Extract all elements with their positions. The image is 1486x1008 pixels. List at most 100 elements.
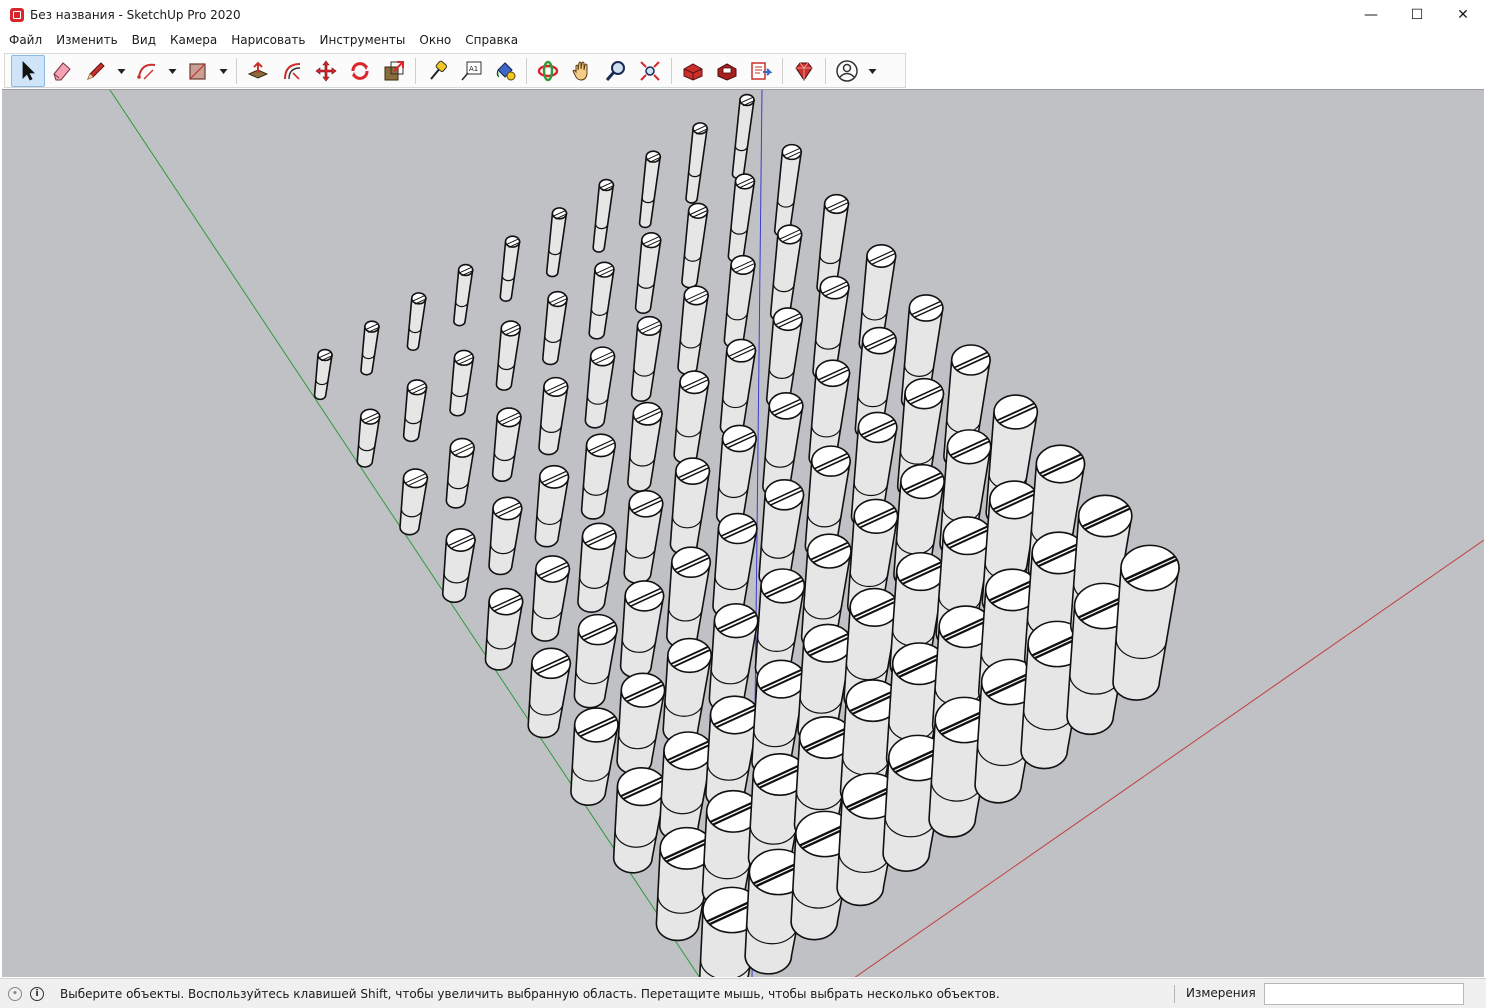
menu-view[interactable]: Вид xyxy=(125,30,163,51)
peg[interactable] xyxy=(623,489,664,585)
peg[interactable] xyxy=(484,587,524,671)
menu-camera[interactable]: Камера xyxy=(163,30,224,51)
peg[interactable] xyxy=(723,254,756,349)
peg-shaft xyxy=(630,325,663,402)
peg[interactable] xyxy=(449,349,475,417)
menu-bar: Файл Изменить Вид Камера Нарисовать Инст… xyxy=(0,30,1486,51)
measurements-input[interactable] xyxy=(1264,983,1464,1005)
text-tool-button[interactable]: A1 xyxy=(454,55,488,87)
rotate-tool-button[interactable] xyxy=(343,55,377,87)
peg[interactable] xyxy=(570,707,619,806)
peg[interactable] xyxy=(719,338,757,437)
peg[interactable] xyxy=(530,555,571,642)
peg[interactable] xyxy=(616,672,666,775)
peg[interactable] xyxy=(665,546,712,649)
peg[interactable] xyxy=(627,401,663,492)
arc-tool-dropdown[interactable] xyxy=(164,55,181,87)
peg[interactable] xyxy=(499,235,521,302)
peg[interactable] xyxy=(488,496,523,576)
eraser-tool-button[interactable] xyxy=(45,55,79,87)
offset-tool-button[interactable] xyxy=(275,55,309,87)
peg[interactable] xyxy=(638,150,662,229)
peg[interactable] xyxy=(658,731,714,842)
account-tool-button[interactable] xyxy=(830,55,864,87)
peg[interactable] xyxy=(619,580,665,679)
line-tool-button[interactable] xyxy=(79,55,113,87)
peg[interactable] xyxy=(527,647,572,739)
info-icon[interactable]: i xyxy=(30,986,44,1001)
peg[interactable] xyxy=(573,613,618,709)
peg[interactable] xyxy=(406,292,427,351)
move-tool-button[interactable] xyxy=(309,55,343,87)
peg-array[interactable] xyxy=(313,93,1180,977)
peg[interactable] xyxy=(588,261,615,340)
peg[interactable] xyxy=(769,224,803,322)
peg[interactable] xyxy=(1112,544,1180,701)
paint-bucket-tool-button[interactable] xyxy=(488,55,522,87)
peg[interactable] xyxy=(685,122,709,204)
peg[interactable] xyxy=(712,512,758,619)
toolbar-separator xyxy=(671,57,672,84)
push-pull-tool-button[interactable] xyxy=(241,55,275,87)
zoom-extents-tool-button[interactable] xyxy=(633,55,667,87)
model-viewport[interactable] xyxy=(2,89,1484,977)
menu-tools[interactable]: Инструменты xyxy=(313,30,413,51)
peg[interactable] xyxy=(491,407,522,482)
peg[interactable] xyxy=(445,437,476,509)
menu-file[interactable]: Файл xyxy=(2,30,49,51)
menu-draw[interactable]: Нарисовать xyxy=(224,30,312,51)
peg-shaft xyxy=(584,355,616,429)
shape-tool-button[interactable] xyxy=(181,55,215,87)
orbit-tool-button[interactable] xyxy=(531,55,565,87)
peg[interactable] xyxy=(453,263,474,327)
peg[interactable] xyxy=(545,207,568,278)
peg[interactable] xyxy=(441,528,476,603)
peg[interactable] xyxy=(584,346,616,429)
peg[interactable] xyxy=(538,376,569,456)
maximize-button[interactable]: ☐ xyxy=(1394,0,1440,30)
select-tool-button[interactable] xyxy=(11,54,45,87)
peg[interactable] xyxy=(662,637,713,744)
zoom-tool-button[interactable] xyxy=(599,55,633,87)
peg[interactable] xyxy=(399,468,429,536)
peg[interactable] xyxy=(612,767,667,874)
line-tool-dropdown[interactable] xyxy=(113,55,130,87)
peg[interactable] xyxy=(402,379,428,443)
close-button[interactable]: ✕ xyxy=(1440,0,1486,30)
extension-warehouse-tool-button[interactable] xyxy=(710,55,744,87)
peg[interactable] xyxy=(673,370,710,465)
peg[interactable] xyxy=(731,93,756,180)
scale-tool-button[interactable] xyxy=(377,55,411,87)
warehouse-tool-button[interactable] xyxy=(676,55,710,87)
peg[interactable] xyxy=(542,290,568,366)
peg[interactable] xyxy=(677,285,710,376)
tape-measure-tool-button[interactable] xyxy=(420,55,454,87)
menu-edit[interactable]: Изменить xyxy=(49,30,125,51)
extension-manager-tool-button[interactable] xyxy=(787,55,821,87)
peg[interactable] xyxy=(534,464,570,548)
peg[interactable] xyxy=(360,320,381,376)
peg[interactable] xyxy=(669,457,711,556)
arc-tool-button[interactable] xyxy=(130,55,164,87)
menu-help[interactable]: Справка xyxy=(458,30,525,51)
peg[interactable] xyxy=(773,143,803,238)
pan-tool-button[interactable] xyxy=(565,55,599,87)
send-to-layout-tool-button[interactable] xyxy=(744,55,778,87)
peg[interactable] xyxy=(681,202,709,289)
peg[interactable] xyxy=(356,408,381,468)
peg[interactable] xyxy=(580,433,617,520)
peg[interactable] xyxy=(577,522,617,614)
account-dropdown[interactable] xyxy=(864,55,881,87)
peg[interactable] xyxy=(495,320,522,391)
peg[interactable] xyxy=(715,424,758,527)
model-scene[interactable] xyxy=(2,90,1484,977)
peg[interactable] xyxy=(634,232,662,314)
peg[interactable] xyxy=(592,178,615,253)
shape-tool-dropdown[interactable] xyxy=(215,55,232,87)
peg[interactable] xyxy=(313,348,334,401)
minimize-button[interactable]: — xyxy=(1348,0,1394,30)
peg[interactable] xyxy=(727,173,756,263)
peg[interactable] xyxy=(630,315,663,402)
menu-window[interactable]: Окно xyxy=(412,30,458,51)
geolocation-icon[interactable]: • xyxy=(8,986,22,1001)
